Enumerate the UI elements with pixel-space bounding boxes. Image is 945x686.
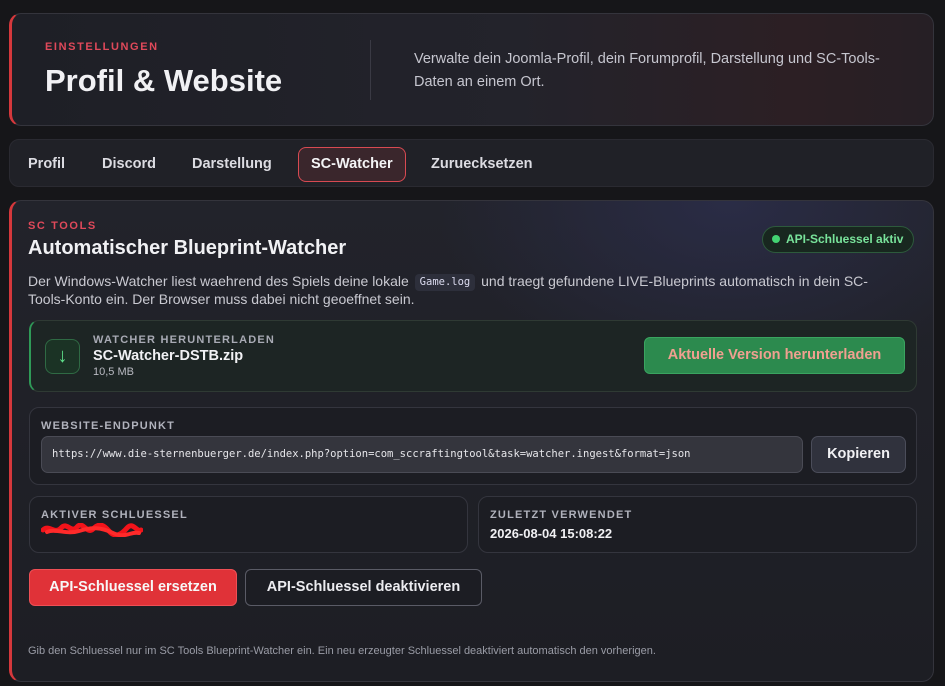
- download-arrow-icon: ↓: [45, 339, 80, 374]
- download-button[interactable]: Aktuelle Version herunterladen: [644, 337, 905, 374]
- header-eyebrow: EINSTELLUNGEN: [45, 41, 159, 53]
- download-filename: SC-Watcher-DSTB.zip: [93, 348, 244, 364]
- tab-darstellung[interactable]: Darstellung: [179, 147, 285, 182]
- download-box: ↓ WATCHER HERUNTERLADEN SC-Watcher-DSTB.…: [29, 320, 917, 392]
- tab-profil[interactable]: Profil: [15, 147, 78, 182]
- tab-sc-watcher[interactable]: SC-Watcher: [298, 147, 406, 182]
- settings-tabs: Profil Discord Darstellung SC-Watcher Zu…: [9, 139, 934, 187]
- replace-api-key-button[interactable]: API-Schluessel ersetzen: [29, 569, 237, 606]
- active-key-box: AKTIVER SCHLUESSEL: [29, 496, 468, 553]
- tab-zuruecksetzen[interactable]: Zuruecksetzen: [418, 147, 546, 182]
- page-title: Profil & Website: [45, 63, 283, 98]
- intro-text-before: Der Windows-Watcher liest waehrend des S…: [28, 273, 409, 289]
- status-dot-icon: [772, 235, 780, 243]
- section-title: Automatischer Blueprint-Watcher: [28, 237, 347, 259]
- api-status-badge: API-Schluessel aktiv: [762, 226, 915, 253]
- download-eyebrow: WATCHER HERUNTERLADEN: [93, 334, 276, 346]
- sc-watcher-card: SC TOOLS Automatischer Blueprint-Watcher…: [9, 200, 934, 682]
- last-used-label: ZULETZT VERWENDET: [490, 509, 633, 521]
- header-description: Verwalte dein Joomla-Profil, dein Forump…: [414, 51, 880, 90]
- deactivate-api-key-button[interactable]: API-Schluessel deaktivieren: [245, 569, 482, 606]
- endpoint-url-field[interactable]: https://www.die-sternenbuerger.de/index.…: [41, 436, 803, 473]
- header-divider: [370, 40, 371, 100]
- settings-header-card: EINSTELLUNGEN Profil & Website Verwalte …: [9, 13, 934, 126]
- footnote: Gib den Schluessel nur im SC Tools Bluep…: [28, 645, 656, 657]
- section-eyebrow: SC TOOLS: [28, 220, 97, 232]
- endpoint-box: WEBSITE-ENDPUNKT https://www.die-sternen…: [29, 407, 917, 485]
- api-status-label: API-Schluessel aktiv: [786, 232, 904, 246]
- copy-button[interactable]: Kopieren: [811, 436, 906, 473]
- game-log-code: Game.log: [414, 274, 476, 291]
- last-used-box: ZULETZT VERWENDET 2026-08-04 15:08:22: [478, 496, 917, 553]
- download-filesize: 10,5 MB: [93, 366, 134, 378]
- active-key-label: AKTIVER SCHLUESSEL: [41, 509, 188, 521]
- tab-discord[interactable]: Discord: [89, 147, 169, 182]
- section-intro: Der Windows-Watcher liest waehrend des S…: [28, 273, 898, 308]
- redacted-key-scribble: [41, 523, 143, 537]
- last-used-value: 2026-08-04 15:08:22: [490, 526, 613, 541]
- endpoint-label: WEBSITE-ENDPUNKT: [41, 420, 176, 432]
